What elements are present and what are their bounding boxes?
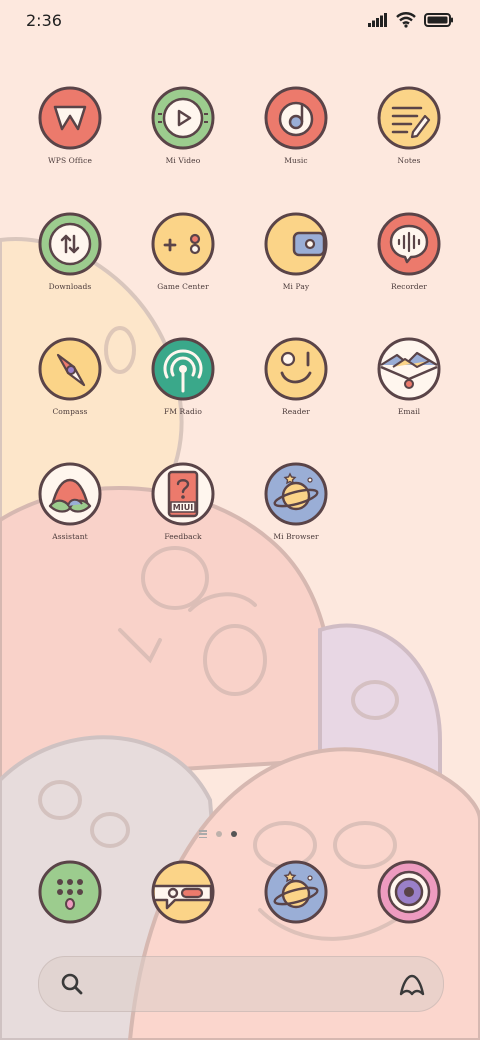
battery-icon <box>424 13 453 27</box>
wifi-icon <box>396 12 416 28</box>
status-bar: 2:36 <box>0 0 480 44</box>
dock-browser[interactable] <box>246 860 346 924</box>
browser-planet-icon <box>264 860 328 924</box>
dock <box>0 0 480 1040</box>
dock-phone[interactable] <box>20 860 120 924</box>
phone-dialer-icon <box>38 860 102 924</box>
signal-icon <box>368 13 387 27</box>
search-icon <box>61 973 83 995</box>
status-time: 2:36 <box>26 11 62 30</box>
dock-camera[interactable] <box>359 860 459 924</box>
search-bar[interactable] <box>38 956 444 1012</box>
assistant-shortcut-icon[interactable] <box>397 970 427 998</box>
messages-icon <box>151 860 215 924</box>
camera-icon <box>377 860 441 924</box>
dock-messages[interactable] <box>133 860 233 924</box>
